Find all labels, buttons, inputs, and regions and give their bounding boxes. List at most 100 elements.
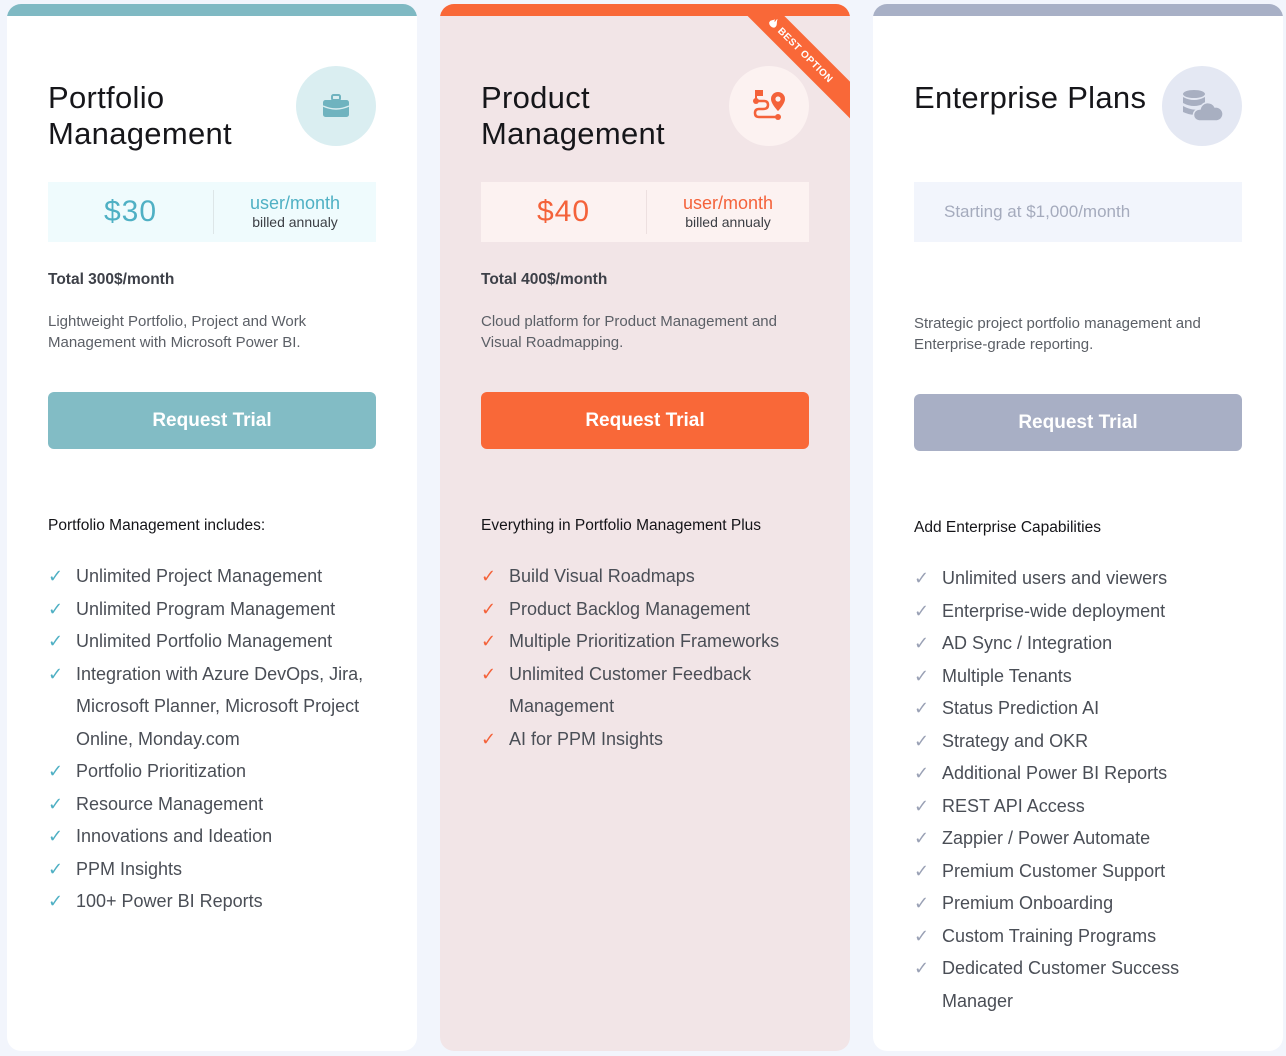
feature-item: ✓ Dedicated Customer Success Manager <box>914 952 1254 1017</box>
feature-label: Unlimited Project Management <box>76 566 323 586</box>
feature-label: Build Visual Roadmaps <box>509 566 695 586</box>
feature-item: ✓ Unlimited users and viewers <box>914 562 1254 595</box>
feature-item: ✓ Unlimited Customer Feedback Management <box>481 658 821 723</box>
check-icon: ✓ <box>48 566 64 586</box>
includes-heading: Add Enterprise Capabilities <box>914 519 1101 536</box>
feature-list: ✓ Unlimited Project Management ✓ Unlimited … <box>48 560 388 918</box>
check-icon: ✓ <box>914 795 930 816</box>
feature-label: Resource Management <box>76 793 264 814</box>
check-icon: ✓ <box>481 598 497 619</box>
feature-label: Product Backlog Management <box>509 598 751 619</box>
feature-item: ✓ Custom Training Programs <box>914 920 1254 953</box>
check-icon: ✓ <box>914 568 930 588</box>
check-icon: ✓ <box>914 730 930 751</box>
check-icon: ✓ <box>481 631 497 651</box>
plan-description: Lightweight Portfolio, Project and Work … <box>48 313 307 351</box>
feature-label: Innovations and Ideation <box>76 826 273 846</box>
feature-item: ✓ Unlimited Portfolio Management <box>48 625 388 658</box>
request-trial-button[interactable]: Request Trial <box>481 392 809 449</box>
feature-item: ✓ PPM Insights <box>48 853 388 886</box>
check-icon: ✓ <box>48 631 64 651</box>
price-billing: billed annualy <box>252 214 338 230</box>
feature-item: ✓ Product Backlog Management <box>481 593 821 626</box>
check-icon: ✓ <box>914 925 930 946</box>
feature-item: ✓ Resource Management <box>48 788 388 821</box>
check-icon: ✓ <box>914 958 930 978</box>
feature-label: Unlimited Portfolio Management <box>76 631 333 651</box>
check-icon: ✓ <box>914 763 930 783</box>
request-trial-button[interactable]: Request Trial <box>914 394 1242 451</box>
briefcase-icon <box>296 66 376 146</box>
check-icon: ✓ <box>914 633 930 653</box>
card-accent-bar <box>873 4 1283 16</box>
feature-label: Integration with Azure DevOps, Jira, Mic… <box>76 663 364 749</box>
feature-item: ✓ Unlimited Project Management <box>48 560 388 593</box>
feature-item: ✓ Premium Customer Support <box>914 855 1254 888</box>
feature-label: Status Prediction AI <box>942 698 1100 718</box>
feature-item: ✓ Status Prediction AI <box>914 692 1254 725</box>
price-amount: $40 <box>536 195 591 228</box>
feature-label: Additional Power BI Reports <box>942 763 1168 783</box>
feature-item: ✓ Unlimited Program Management <box>48 593 388 626</box>
check-icon: ✓ <box>48 598 64 619</box>
plan-title: Enterprise Plans <box>914 80 1147 115</box>
feature-item: ✓ AI for PPM Insights <box>481 723 821 756</box>
card-accent-bar <box>440 4 850 16</box>
feature-label: Enterprise-wide deployment <box>942 600 1166 621</box>
check-icon: ✓ <box>914 698 930 718</box>
feature-label: Dedicated Customer Success Manager <box>942 958 1180 1011</box>
check-icon: ✓ <box>48 826 64 846</box>
feature-label: Unlimited users and viewers <box>942 568 1168 588</box>
price-box: $40 user/month billed annualy <box>481 182 809 242</box>
feature-label: Portfolio Prioritization <box>76 761 247 781</box>
card-accent-bar <box>7 4 417 16</box>
feature-label: REST API Access <box>942 795 1085 816</box>
total-price: Total 400$/month <box>481 271 608 288</box>
feature-item: ✓ Integration with Azure DevOps, Jira, Mi… <box>48 658 388 756</box>
feature-list: ✓ Unlimited users and viewers ✓ Enterprise-… <box>914 562 1254 1017</box>
feature-item: ✓ Additional Power BI Reports <box>914 757 1254 790</box>
feature-item: ✓ Multiple Prioritization Frameworks <box>481 625 821 658</box>
plan-description: Strategic project portfolio management a… <box>914 315 1201 353</box>
check-icon: ✓ <box>914 893 930 913</box>
plan-title: Portfolio Management <box>48 80 232 151</box>
feature-list: ✓ Build Visual Roadmaps ✓ Product Backlog M… <box>481 560 821 755</box>
feature-item: ✓ Build Visual Roadmaps <box>481 560 821 593</box>
check-icon: ✓ <box>914 600 930 621</box>
price-per: user/month <box>682 193 774 213</box>
starting-price: Starting at $1,000/month <box>914 182 1242 242</box>
feature-item: ✓ Multiple Tenants <box>914 660 1254 693</box>
feature-label: 100+ Power BI Reports <box>76 891 263 911</box>
plan-card-enterprise: Enterprise Plans Starting at $1,000/mont… <box>873 4 1283 1051</box>
feature-label: Multiple Prioritization Frameworks <box>509 631 780 651</box>
check-icon: ✓ <box>914 665 930 686</box>
price-amount: $30 <box>103 195 158 228</box>
check-icon: ✓ <box>48 858 64 879</box>
check-icon: ✓ <box>481 728 497 749</box>
feature-label: Unlimited Program Management <box>76 598 336 619</box>
total-price: Total 300$/month <box>48 271 175 288</box>
feature-item: ✓ Zappier / Power Automate <box>914 822 1254 855</box>
price-billing: billed annualy <box>685 214 771 230</box>
feature-item: ✓ Strategy and OKR <box>914 725 1254 758</box>
plan-description: Cloud platform for Product Management an… <box>481 313 777 351</box>
feature-label: Multiple Tenants <box>942 665 1072 686</box>
feature-label: AD Sync / Integration <box>942 633 1113 653</box>
plan-card-product: BEST OPTION Product Management $40 user/… <box>440 4 850 1051</box>
feature-item: ✓ AD Sync / Integration <box>914 627 1254 660</box>
check-icon: ✓ <box>48 761 64 781</box>
feature-item: ✓ 100+ Power BI Reports <box>48 885 388 918</box>
price-unit: user/month billed annualy <box>214 193 376 231</box>
check-icon: ✓ <box>481 566 497 586</box>
includes-heading: Everything in Portfolio Management Plus <box>481 517 762 534</box>
check-icon: ✓ <box>914 860 930 881</box>
feature-label: Unlimited Customer Feedback Management <box>509 663 752 717</box>
price-box: $30 user/month billed annualy <box>48 182 376 242</box>
feature-item: ✓ Portfolio Prioritization <box>48 755 388 788</box>
request-trial-button[interactable]: Request Trial <box>48 392 376 449</box>
check-icon: ✓ <box>481 663 497 684</box>
feature-label: Custom Training Programs <box>942 925 1157 946</box>
feature-item: ✓ Innovations and Ideation <box>48 820 388 853</box>
feature-label: AI for PPM Insights <box>509 728 664 749</box>
check-icon: ✓ <box>914 828 930 848</box>
